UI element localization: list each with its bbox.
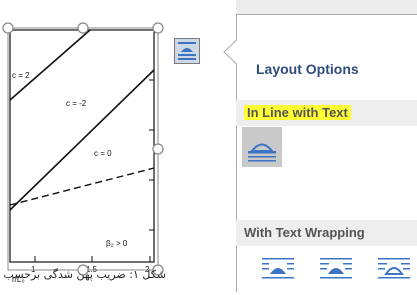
- layout-options-pane: Layout Options In Line with Text With Te…: [222, 14, 417, 292]
- layout-options-button[interactable]: [174, 38, 200, 64]
- section-text-wrapping-label: With Text Wrapping: [244, 225, 365, 240]
- curve-label-c2: c = 2: [12, 71, 30, 80]
- section-in-line-label: In Line with Text: [244, 105, 351, 120]
- figure-caption: شکل ۱: ضریب پهن شدگی برحسب: [3, 268, 166, 281]
- wrap-square-icon: [262, 258, 294, 279]
- option-through[interactable]: [374, 250, 417, 290]
- section-text-wrapping-header: With Text Wrapping: [236, 220, 417, 246]
- resize-handle-top-left[interactable]: [2, 22, 14, 34]
- figure-image[interactable]: c = 2 c = -2 c = 0 β₂ > 0 1 1.5 2 r/L₀: [0, 0, 240, 292]
- beta-label: β₂ > 0: [106, 239, 128, 248]
- section-in-line-header: In Line with Text: [236, 100, 417, 126]
- resize-handle-right[interactable]: [152, 143, 164, 155]
- wrap-through-icon: [378, 258, 410, 279]
- resize-handle-top-right[interactable]: [152, 22, 164, 34]
- curve-label-cminus2: c = -2: [66, 99, 87, 108]
- option-in-line-with-text[interactable]: [242, 127, 282, 167]
- resize-handle-top[interactable]: [77, 22, 89, 34]
- option-tight[interactable]: [316, 250, 356, 290]
- pane-title: Layout Options: [256, 61, 359, 77]
- ribbon-edge: [236, 0, 417, 14]
- curve-label-c0: c = 0: [94, 149, 112, 158]
- wrap-tight-icon: [320, 258, 352, 279]
- plot-frame: [9, 29, 155, 263]
- in-line-with-text-icon: [248, 143, 276, 162]
- layout-options-icon: [178, 42, 196, 60]
- option-square[interactable]: [258, 250, 298, 290]
